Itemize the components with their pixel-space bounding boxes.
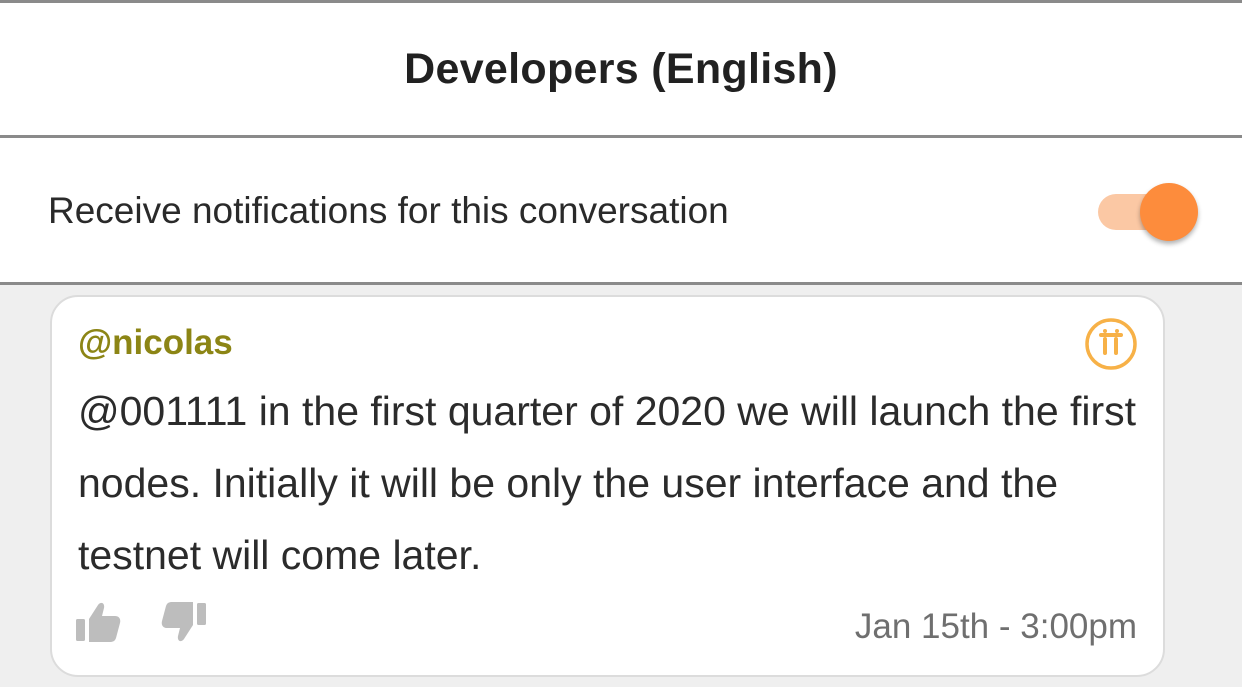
- chat-screen: Developers (English) Receive notificatio…: [0, 0, 1242, 687]
- toggle-knob: [1140, 183, 1198, 241]
- pi-logo-icon: [1085, 318, 1137, 370]
- thumbs-down-icon[interactable]: [160, 599, 208, 645]
- notification-toggle[interactable]: [1098, 183, 1202, 241]
- message-timestamp: Jan 15th - 3:00pm: [854, 607, 1137, 646]
- notification-setting-row: Receive notifications for this conversat…: [0, 138, 1242, 285]
- notification-label: Receive notifications for this conversat…: [48, 190, 729, 231]
- message-body: @001111 in the first quarter of 2020 we …: [78, 388, 1137, 578]
- thumbs-up-icon[interactable]: [74, 599, 122, 645]
- message-card: @nicolas @001111 in the first quarter of…: [50, 295, 1165, 677]
- conversation-title: Developers (English): [404, 44, 838, 93]
- reaction-bar: [74, 599, 208, 645]
- message-author[interactable]: @nicolas: [78, 323, 233, 363]
- conversation-header: Developers (English): [0, 0, 1242, 138]
